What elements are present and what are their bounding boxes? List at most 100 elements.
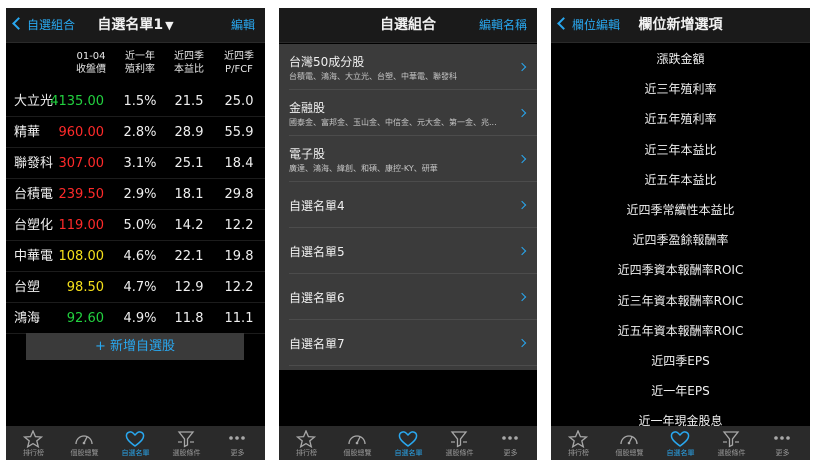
column-option[interactable]: 近四季常續性本益比: [551, 201, 810, 218]
column-option[interactable]: 近五年資本報酬率ROIC: [551, 322, 810, 339]
stock-yield: 4.9%: [123, 311, 157, 326]
tab-label: 選股條件: [445, 449, 474, 457]
tab-gauge[interactable]: 個股總覽: [332, 426, 383, 460]
list-item[interactable]: 自選名單7: [289, 320, 537, 366]
chevron-right-icon: [517, 200, 527, 210]
column-header-pe[interactable]: 近四季 本益比: [168, 50, 210, 76]
stock-pfcf: 19.8: [224, 249, 254, 264]
list-item[interactable]: 自選名單6: [289, 274, 537, 320]
table-row[interactable]: 聯發科 307.00 3.1% 25.1 18.4: [6, 148, 265, 179]
column-option[interactable]: 近五年殖利率: [551, 110, 810, 127]
list-item-title: 自選名單5: [289, 245, 345, 259]
stock-yield: 1.5%: [123, 94, 157, 109]
stock-pe: 18.1: [174, 187, 204, 202]
chevron-right-icon: [517, 154, 527, 164]
tab-label: 更多: [775, 449, 790, 457]
column-header-close[interactable]: 01-04 收盤價: [66, 50, 116, 76]
list-item-title: 台灣50成分股: [289, 55, 365, 69]
list-item[interactable]: 台灣50成分股台積電、鴻海、大立光、台塑、中華電、聯發科: [289, 44, 537, 90]
tab-bar: 排行榜 個股總覽 自選名單 選股條件 更多: [279, 426, 537, 460]
tab-label: 選股條件: [172, 449, 201, 457]
stock-price: 119.00: [58, 218, 105, 233]
tab-star[interactable]: 排行榜: [553, 426, 604, 460]
stock-pe: 12.9: [174, 280, 204, 295]
column-option[interactable]: 近三年殖利率: [551, 80, 810, 97]
tab-gauge[interactable]: 個股總覽: [604, 426, 655, 460]
stock-price: 108.00: [58, 249, 105, 264]
stock-pe: 25.1: [174, 156, 204, 171]
table-row[interactable]: 大立光 4135.00 1.5% 21.5 25.0: [6, 86, 265, 117]
table-row[interactable]: 精華 960.00 2.8% 28.9 55.9: [6, 117, 265, 148]
column-option[interactable]: 近三年資本報酬率ROIC: [551, 292, 810, 309]
chevron-right-icon: [517, 338, 527, 348]
edit-button[interactable]: 編輯: [231, 8, 255, 43]
column-option[interactable]: 近四季EPS: [551, 352, 810, 369]
list-item[interactable]: 自選名單5: [289, 228, 537, 274]
tab-gauge[interactable]: 個股總覽: [59, 426, 110, 460]
tab-star[interactable]: 排行榜: [281, 426, 332, 460]
tab-heart[interactable]: 自選名單: [110, 426, 161, 460]
column-option[interactable]: 近五年本益比: [551, 171, 810, 188]
table-row[interactable]: 台塑化 119.00 5.0% 14.2 12.2: [6, 210, 265, 241]
tab-label: 排行榜: [23, 449, 44, 457]
stock-pfcf: 55.9: [224, 125, 254, 140]
stock-pe: 21.5: [174, 94, 204, 109]
chevron-right-icon: [517, 62, 527, 72]
tab-funnel[interactable]: 選股條件: [434, 426, 485, 460]
stock-pfcf: 12.2: [224, 218, 254, 233]
tab-funnel[interactable]: 選股條件: [161, 426, 212, 460]
tab-more[interactable]: 更多: [212, 426, 263, 460]
list-item-subtitle: 國泰金、富邦金、玉山金、中信金、元大金、第一金、兆...: [289, 118, 497, 127]
column-option[interactable]: 漲跌金額: [551, 50, 810, 67]
column-option[interactable]: 近四季盈餘報酬率: [551, 231, 810, 248]
tab-bar: 排行榜 個股總覽 自選名單 選股條件 更多: [551, 426, 810, 460]
chevron-right-icon: [517, 246, 527, 256]
list-item-title: 金融股: [289, 101, 326, 115]
watchlist-title-dropdown[interactable]: 自選名單1 ▼: [6, 8, 265, 43]
table-row[interactable]: 台塑 98.50 4.7% 12.9 12.2: [6, 272, 265, 303]
stock-name: 精華: [14, 125, 41, 140]
stock-name: 鴻海: [14, 311, 41, 326]
edit-name-button[interactable]: 編輯名稱: [479, 8, 527, 43]
tab-label: 個股總覽: [70, 449, 99, 457]
column-header-pfcf[interactable]: 近四季 P/FCF: [218, 50, 260, 76]
stock-yield: 2.9%: [123, 187, 157, 202]
tab-funnel[interactable]: 選股條件: [706, 426, 757, 460]
list-item-title: 自選名單4: [289, 199, 345, 213]
list-item-subtitle: 廣達、鴻海、緯創、和碩、康控-KY、研華: [289, 164, 438, 173]
tab-heart[interactable]: 自選名單: [383, 426, 434, 460]
column-option[interactable]: 近三年本益比: [551, 141, 810, 158]
list-item[interactable]: 自選名單4: [289, 182, 537, 228]
column-option[interactable]: 近一年EPS: [551, 382, 810, 399]
tab-label: 更多: [230, 449, 245, 457]
stock-yield: 5.0%: [123, 218, 157, 233]
stock-price: 307.00: [58, 156, 105, 171]
table-header: 01-04 收盤價 近一年 殖利率 近四季 本益比 近四季 P/FCF: [6, 44, 265, 84]
nav-bar: 自選組合 自選名單1 ▼ 編輯: [6, 8, 265, 43]
tab-more[interactable]: 更多: [485, 426, 536, 460]
table-row[interactable]: 鴻海 92.60 4.9% 11.8 11.1: [6, 303, 265, 334]
list-item[interactable]: 金融股國泰金、富邦金、玉山金、中信金、元大金、第一金、兆...: [289, 90, 537, 136]
tab-label: 選股條件: [717, 449, 746, 457]
stock-yield: 3.1%: [123, 156, 157, 171]
add-stock-button[interactable]: + 新增自選股: [26, 333, 244, 360]
list-item-title: 自選名單7: [289, 337, 345, 351]
stock-price: 98.50: [66, 280, 104, 295]
tab-label: 個股總覽: [343, 449, 372, 457]
table-row[interactable]: 中華電 108.00 4.6% 22.1 19.8: [6, 241, 265, 272]
list-item-subtitle: 台積電、鴻海、大立光、台塑、中華電、聯發科: [289, 72, 457, 81]
list-item-title: 自選名單6: [289, 291, 345, 305]
tab-star[interactable]: 排行榜: [8, 426, 59, 460]
stock-pfcf: 29.8: [224, 187, 254, 202]
tab-label: 個股總覽: [615, 449, 644, 457]
nav-bar: 自選組合 編輯名稱: [279, 8, 537, 43]
list-item[interactable]: 電子股 廣達、鴻海、緯創、和碩、康控-KY、研華: [289, 136, 537, 182]
stock-yield: 4.7%: [123, 280, 157, 295]
column-header-yield[interactable]: 近一年 殖利率: [119, 50, 161, 76]
tab-heart[interactable]: 自選名單: [655, 426, 706, 460]
tab-more[interactable]: 更多: [757, 426, 808, 460]
tab-label: 更多: [503, 449, 518, 457]
column-option[interactable]: 近四季資本報酬率ROIC: [551, 261, 810, 278]
add-column-screen: 欄位編輯 欄位新增選項 漲跌金額 近三年殖利率 近五年殖利率 近三年本益比 近五年本益比…: [551, 8, 810, 460]
table-row[interactable]: 台積電 239.50 2.9% 18.1 29.8: [6, 179, 265, 210]
